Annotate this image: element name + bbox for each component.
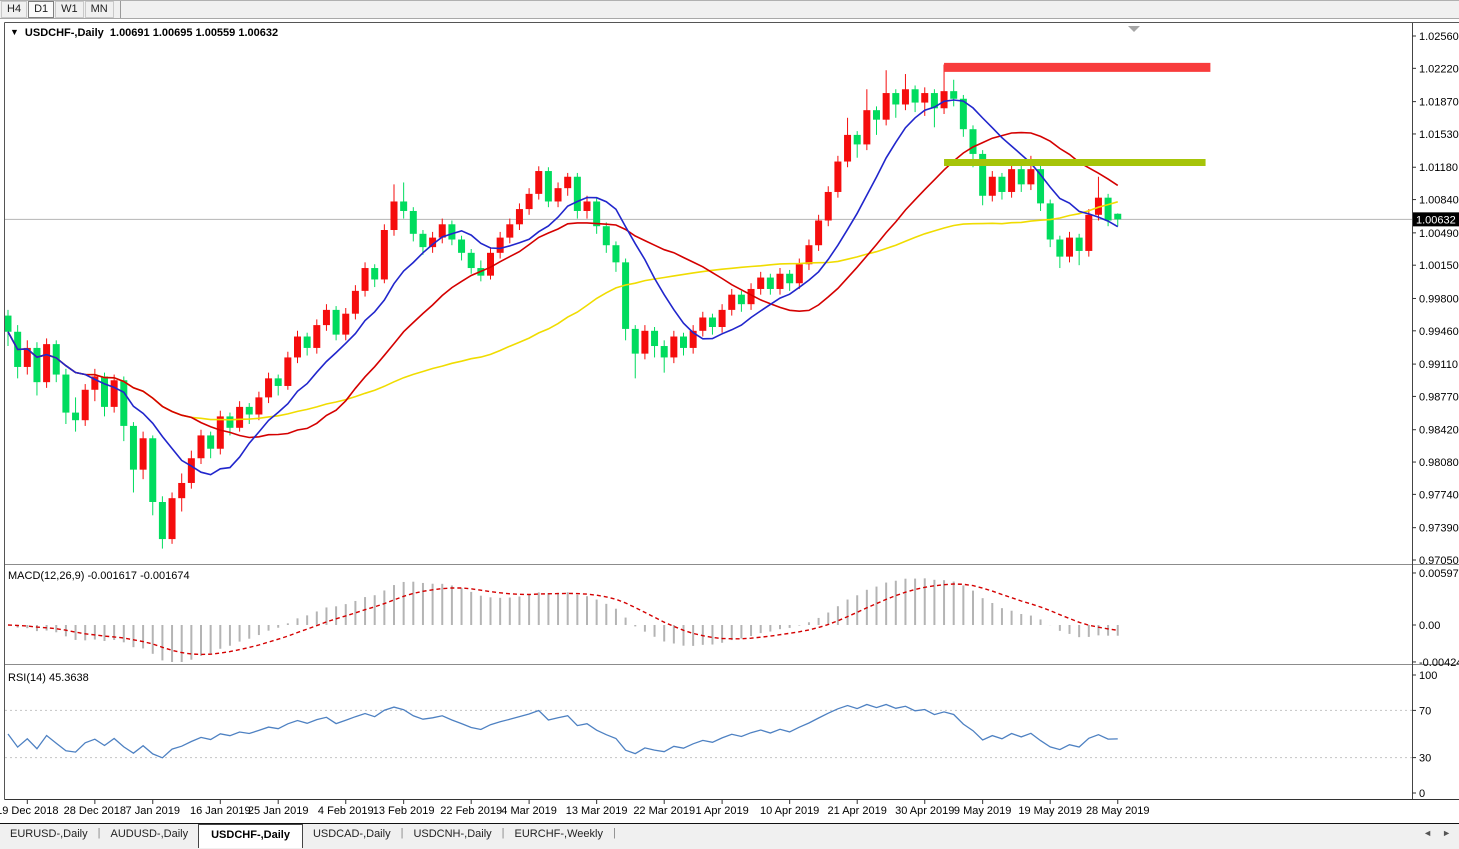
svg-text:0.99460: 0.99460 — [1419, 326, 1459, 338]
svg-text:1.01530: 1.01530 — [1419, 129, 1459, 141]
tab-usdcad-daily[interactable]: USDCAD-,Daily — [303, 824, 401, 845]
timeframe-h4-button[interactable]: H4 — [1, 1, 27, 18]
svg-text:100: 100 — [1419, 670, 1437, 682]
svg-text:1.00490: 1.00490 — [1419, 228, 1459, 240]
svg-text:22 Mar 2019: 22 Mar 2019 — [633, 805, 695, 817]
svg-text:0.98080: 0.98080 — [1419, 457, 1459, 469]
chart-title: ▼ USDCHF-,Daily 1.00691 1.00695 1.00559 1… — [10, 27, 278, 39]
svg-text:10 Apr 2019: 10 Apr 2019 — [760, 805, 819, 817]
svg-text:0.00597: 0.00597 — [1419, 568, 1459, 580]
tab-scroll-left-button[interactable]: ◄ — [1423, 828, 1432, 838]
svg-text:1.01180: 1.01180 — [1419, 162, 1458, 174]
svg-text:16 Jan 2019: 16 Jan 2019 — [190, 805, 251, 817]
svg-text:13 Mar 2019: 13 Mar 2019 — [566, 805, 628, 817]
svg-text:4 Feb 2019: 4 Feb 2019 — [318, 805, 374, 817]
svg-text:30: 30 — [1419, 753, 1431, 765]
svg-text:0.98770: 0.98770 — [1419, 391, 1459, 403]
svg-text:0.97390: 0.97390 — [1419, 523, 1459, 535]
symbol-tabbar: EURUSD-,Daily | AUDUSD-,Daily USDCHF-,Da… — [0, 823, 1459, 849]
timeframe-mn-button[interactable]: MN — [85, 1, 114, 18]
chart-dropdown-icon[interactable]: ▼ — [10, 27, 19, 37]
chart-ohlc-values: 1.00691 1.00695 1.00559 1.00632 — [110, 27, 278, 39]
chart-symbol-label: USDCHF-,Daily — [25, 27, 104, 39]
svg-text:28 May 2019: 28 May 2019 — [1086, 805, 1150, 817]
svg-text:70: 70 — [1419, 705, 1431, 717]
svg-text:21 Apr 2019: 21 Apr 2019 — [828, 805, 887, 817]
svg-text:13 Feb 2019: 13 Feb 2019 — [373, 805, 435, 817]
price-chart-canvas[interactable]: 1.02560 1.02220 1.01870 1.01530 1.01180 1.008… — [0, 0, 1459, 849]
svg-text:30 Apr 2019: 30 Apr 2019 — [895, 805, 954, 817]
svg-text:4 Mar 2019: 4 Mar 2019 — [501, 805, 557, 817]
macd-indicator-label: MACD(12,26,9) -0.001617 -0.001674 — [8, 570, 190, 582]
svg-text:19 Dec 2018: 19 Dec 2018 — [0, 805, 58, 817]
timeframe-d1-button[interactable]: D1 — [28, 1, 54, 18]
timeframe-w1-button[interactable]: W1 — [55, 1, 84, 18]
timeframe-toolbar: H4 D1 W1 MN — [0, 0, 1459, 19]
svg-text:-0.00424: -0.00424 — [1419, 657, 1459, 669]
svg-text:1.00840: 1.00840 — [1419, 195, 1459, 207]
rsi-indicator-label: RSI(14) 45.3638 — [8, 672, 89, 684]
svg-text:1.02560: 1.02560 — [1419, 31, 1459, 43]
svg-text:0.97740: 0.97740 — [1419, 489, 1459, 501]
svg-text:1.01870: 1.01870 — [1419, 97, 1459, 109]
tab-eurusd-daily[interactable]: EURUSD-,Daily — [0, 824, 98, 845]
svg-text:0.99110: 0.99110 — [1419, 359, 1458, 371]
svg-text:25 Jan 2019: 25 Jan 2019 — [248, 805, 309, 817]
tab-separator: | — [613, 824, 616, 839]
toolbar-separator — [120, 1, 121, 18]
svg-text:28 Dec 2018: 28 Dec 2018 — [64, 805, 126, 817]
svg-text:22 Feb 2019: 22 Feb 2019 — [440, 805, 502, 817]
svg-text:7 Jan 2019: 7 Jan 2019 — [126, 805, 180, 817]
svg-text:1.02220: 1.02220 — [1419, 63, 1459, 75]
tab-usdcnh-daily[interactable]: USDCNH-,Daily — [403, 824, 501, 845]
svg-text:0: 0 — [1419, 788, 1425, 800]
tab-eurchf-weekly[interactable]: EURCHF-,Weekly — [505, 824, 613, 845]
svg-text:9 May 2019: 9 May 2019 — [954, 805, 1011, 817]
svg-text:1 Apr 2019: 1 Apr 2019 — [695, 805, 748, 817]
svg-text:19 May 2019: 19 May 2019 — [1018, 805, 1082, 817]
tab-audusd-daily[interactable]: AUDUSD-,Daily — [100, 824, 198, 845]
svg-text:0.00: 0.00 — [1419, 620, 1440, 632]
svg-text:0.98420: 0.98420 — [1419, 425, 1459, 437]
svg-text:0.99800: 0.99800 — [1419, 293, 1459, 305]
tab-usdchf-daily[interactable]: USDCHF-,Daily — [198, 824, 303, 848]
tab-scroll-right-button[interactable]: ► — [1442, 828, 1451, 838]
svg-text:0.97050: 0.97050 — [1419, 555, 1459, 567]
svg-text:1.00632: 1.00632 — [1416, 214, 1456, 226]
svg-text:1.00150: 1.00150 — [1419, 260, 1459, 272]
